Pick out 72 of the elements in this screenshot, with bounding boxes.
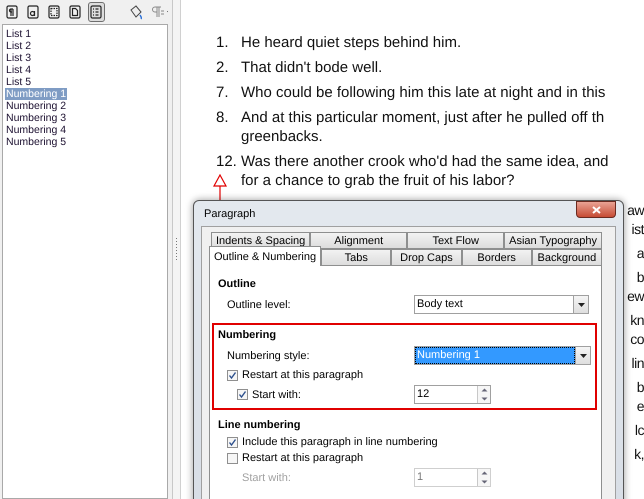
tab[interactable]: Drop Caps	[391, 249, 462, 266]
dropdown[interactable]: Body text	[414, 295, 589, 314]
text-line: That didn't bode well.	[241, 58, 382, 77]
field-label: Outline level:	[226, 298, 292, 310]
list-number: 1.	[216, 33, 230, 52]
list-number: 12.	[216, 152, 238, 172]
style-item[interactable]: Numbering 3	[5, 112, 68, 124]
text-line: b	[636, 268, 644, 287]
text-line: Was there another crook who'd had the same idea, and	[241, 152, 609, 171]
style-item[interactable]: List 4	[5, 64, 32, 76]
checkbox[interactable]	[227, 436, 238, 448]
text-line: ist	[632, 220, 644, 239]
tab[interactable]: Text Flow	[407, 232, 504, 249]
field-label: Numbering style:	[226, 350, 311, 362]
section-heading: Line numbering	[218, 418, 302, 432]
checkbox-label[interactable]: Restart at this paragraph	[242, 369, 364, 381]
style-item[interactable]: List 5	[5, 76, 32, 88]
text-line: And at this particular moment, just after he pulled off th	[241, 108, 604, 127]
pilcrow-icon	[6, 5, 18, 19]
text-line: aw	[627, 201, 644, 220]
checkbox-label[interactable]: Include this paragraph in line numbering	[242, 436, 438, 448]
checkbox[interactable]	[237, 389, 248, 400]
text-line: a	[636, 244, 644, 263]
tab[interactable]: Alignment	[310, 232, 408, 249]
checkbox-label[interactable]: Restart at this paragraph	[242, 452, 364, 464]
style-item[interactable]: Numbering 5	[5, 136, 68, 148]
text-line: for a chance to grab the fruit of his labor?	[241, 171, 516, 190]
letter-icon	[26, 5, 39, 19]
checkbox[interactable]	[227, 370, 238, 380]
page-icon	[69, 5, 82, 19]
frame-icon	[48, 5, 60, 19]
text-line: b	[636, 378, 644, 397]
checkbox[interactable]	[227, 452, 238, 464]
up-arrow-icon[interactable]	[480, 388, 488, 392]
toolbar-button[interactable]	[88, 2, 106, 22]
field-label: Start with:	[241, 472, 292, 484]
style-item[interactable]: List 3	[5, 52, 32, 64]
style-item[interactable]: Numbering 2	[5, 100, 68, 112]
tab[interactable]: Tabs	[321, 249, 392, 266]
text-line: lc	[634, 421, 644, 440]
grip-icon	[175, 236, 178, 262]
style-item[interactable]: List 2	[5, 40, 32, 52]
text-line: e	[636, 397, 644, 416]
tab[interactable]: Asian Typography	[504, 232, 602, 249]
paint-can-icon	[128, 4, 144, 20]
text-line: He heard quiet steps behind him.	[241, 33, 462, 52]
tab[interactable]: Background	[532, 249, 602, 266]
list-icon	[90, 5, 102, 19]
caret-icon	[580, 354, 586, 358]
tab[interactable]: Outline & Numbering	[209, 246, 322, 266]
down-arrow-icon[interactable]	[480, 396, 488, 401]
text-line: Who could be following him this late at night and in this	[241, 83, 606, 102]
list-number: 2.	[216, 58, 230, 77]
close-button[interactable]	[576, 201, 616, 218]
text-line: ew	[627, 287, 644, 306]
list-number: 7.	[216, 83, 230, 102]
tab[interactable]: Borders	[462, 249, 532, 266]
text-line: co	[630, 330, 644, 349]
text-line: kn	[630, 311, 644, 330]
section-heading: Outline	[218, 277, 257, 291]
style-item[interactable]: List 1	[5, 28, 32, 40]
close-icon	[592, 206, 600, 214]
checkbox-label[interactable]: Start with:	[252, 388, 301, 400]
window-title: Paragraph	[203, 208, 256, 220]
text-line: lin	[631, 354, 644, 373]
text-line: k,	[634, 445, 644, 464]
list-number: 8.	[216, 108, 230, 128]
spin-field[interactable]: 12	[414, 385, 491, 404]
caret-icon	[578, 302, 584, 306]
text-line: greenbacks.	[241, 127, 324, 146]
style-item[interactable]: Numbering 4	[5, 124, 68, 136]
section-heading: Numbering	[218, 328, 278, 342]
